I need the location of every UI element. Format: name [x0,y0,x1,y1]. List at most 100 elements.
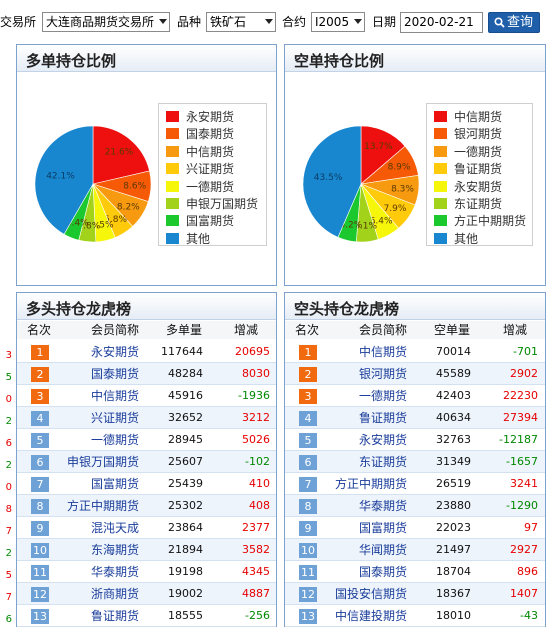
col-change: 增减 [234,323,259,337]
exchange-label: 交易所 [0,15,37,29]
short-pie-slice-label-4: 7.9% [384,204,407,214]
volume-cell: 25302 [168,499,203,512]
cut-off-cell: 2 [5,548,12,559]
member-link[interactable]: 中信期货 [307,345,407,359]
volume-cell: 18704 [436,565,471,578]
legend-swatch [166,215,179,227]
member-link[interactable]: 国富期货 [307,521,407,535]
cut-off-cell: 0 [5,482,12,493]
long-table-row: 8 方正中期期货 25302 408 [17,495,276,517]
cut-off-cell: 0 [5,394,12,405]
legend-label: 一德期货 [454,144,503,159]
volume-cell: 21497 [436,543,471,556]
member-link[interactable]: 鲁证期货 [39,609,139,623]
exchange-select-value: 大连商品期货交易所 [46,15,155,29]
legend-label: 兴证期货 [186,162,235,177]
query-button[interactable]: 查询 [488,12,540,33]
member-link[interactable]: 华泰期货 [307,499,407,513]
member-link[interactable]: 鲁证期货 [307,411,407,425]
member-link[interactable]: 东证期货 [307,455,407,469]
long-pie-slice-label-8: 42.1% [46,171,75,181]
member-link[interactable]: 华泰期货 [39,565,139,579]
member-link[interactable]: 永安期货 [307,433,407,447]
short-pie-slice-label-1: 13.7% [364,142,393,152]
member-link[interactable]: 兴证期货 [39,411,139,425]
short-table-row: 1 中信期货 70014 -701 [285,341,545,363]
legend-swatch [166,180,179,192]
variety-label: 品种 [177,15,202,29]
short-table-row: 4 鲁证期货 40634 27394 [285,407,545,429]
short-pie-legend: 中信期货 银河期货 一德期货 鲁证期货 永安期货 东证期货 方正中期期货 其他 [426,103,533,246]
cut-off-cell: 3 [5,350,12,361]
volume-cell: 19198 [168,565,203,578]
volume-cell: 22023 [436,521,471,534]
legend-label: 一德期货 [186,179,235,194]
volume-cell: 21894 [168,543,203,556]
change-cell: 8030 [242,367,270,380]
long-pie-slice-label-1: 21.6% [105,147,134,157]
legend-label: 其他 [454,231,479,246]
change-cell: 410 [249,477,270,490]
change-cell: -1657 [506,455,538,468]
panel-header: 多单持仓比例 [17,45,276,72]
long-table-row: 4 兴证期货 32652 3212 [17,407,276,429]
short-table-row: 2 银河期货 45589 2902 [285,363,545,385]
change-cell: 408 [249,499,270,512]
change-cell: 2927 [510,543,538,556]
volume-cell: 40634 [436,411,471,424]
short-table-row: 8 华泰期货 23880 -1290 [285,495,545,517]
short-pie-slice-label-3: 8.3% [391,185,414,195]
cut-off-cell: 6 [5,614,12,625]
volume-cell: 25439 [168,477,203,490]
long-table-row: 2 国泰期货 48284 8030 [17,363,276,385]
legend-label: 中信期货 [186,144,235,159]
legend-label: 永安期货 [454,179,503,194]
volume-cell: 42403 [436,389,471,402]
member-link[interactable]: 浙商期货 [39,587,139,601]
legend-swatch [166,111,179,122]
change-cell: -1936 [238,389,270,402]
long-ranking-panel: 多头持仓龙虎榜 名次 会员简称 多单量 增减 1 永安期货 117644 20695 2… [16,292,277,627]
long-table-row: 6 申银万国期货 25607 -102 [17,451,276,473]
member-link[interactable]: 华闻期货 [307,543,407,557]
cut-off-cell: 6 [5,438,12,449]
table-header: 名次 会员简称 多单量 增减 [17,321,276,339]
change-cell: -1290 [506,499,538,512]
change-cell: 896 [517,565,538,578]
member-link[interactable]: 东海期货 [39,543,139,557]
short-table-row: 9 国富期货 22023 97 [285,517,545,539]
member-link[interactable]: 混沌天成 [39,521,139,535]
short-table-row: 11 国泰期货 18704 896 [285,561,545,583]
member-link[interactable]: 国投安信期货 [307,587,407,601]
long-table-row: 3 中信期货 45916 -1936 [17,385,276,407]
change-cell: -256 [245,609,270,622]
date-input[interactable]: 2020-02-21 [400,12,483,33]
col-rank: 名次 [295,323,320,337]
member-link[interactable]: 国泰期货 [39,367,139,381]
cut-off-cell: 7 [5,526,12,537]
member-link[interactable]: 方正中期期货 [39,499,139,513]
variety-select[interactable]: 铁矿石 [206,12,276,32]
member-link[interactable]: 申银万国期货 [39,455,139,469]
member-link[interactable]: 国富期货 [39,477,139,491]
long-table-row: 12 浙商期货 19002 4887 [17,583,276,605]
change-cell: 20695 [235,345,270,358]
member-link[interactable]: 中信期货 [39,389,139,403]
member-link[interactable]: 一德期货 [39,433,139,447]
volume-cell: 18555 [168,609,203,622]
short-table-row: 5 永安期货 32763 -12187 [285,429,545,451]
volume-cell: 32652 [168,411,203,424]
member-link[interactable]: 一德期货 [307,389,407,403]
member-link[interactable]: 永安期货 [39,345,139,359]
col-volume: 空单量 [434,323,471,337]
contract-select[interactable]: I2005 [311,12,365,32]
member-link[interactable]: 国泰期货 [307,565,407,579]
cut-off-cell: 7 [5,592,12,603]
member-link[interactable]: 银河期货 [307,367,407,381]
long-table-row: 7 国富期货 25439 410 [17,473,276,495]
exchange-select[interactable]: 大连商品期货交易所 [42,12,170,32]
member-link[interactable]: 中信建投期货 [307,609,407,623]
change-cell: -43 [520,609,538,622]
panel-header: 多头持仓龙虎榜 [17,293,276,320]
member-link[interactable]: 方正中期期货 [307,477,407,491]
